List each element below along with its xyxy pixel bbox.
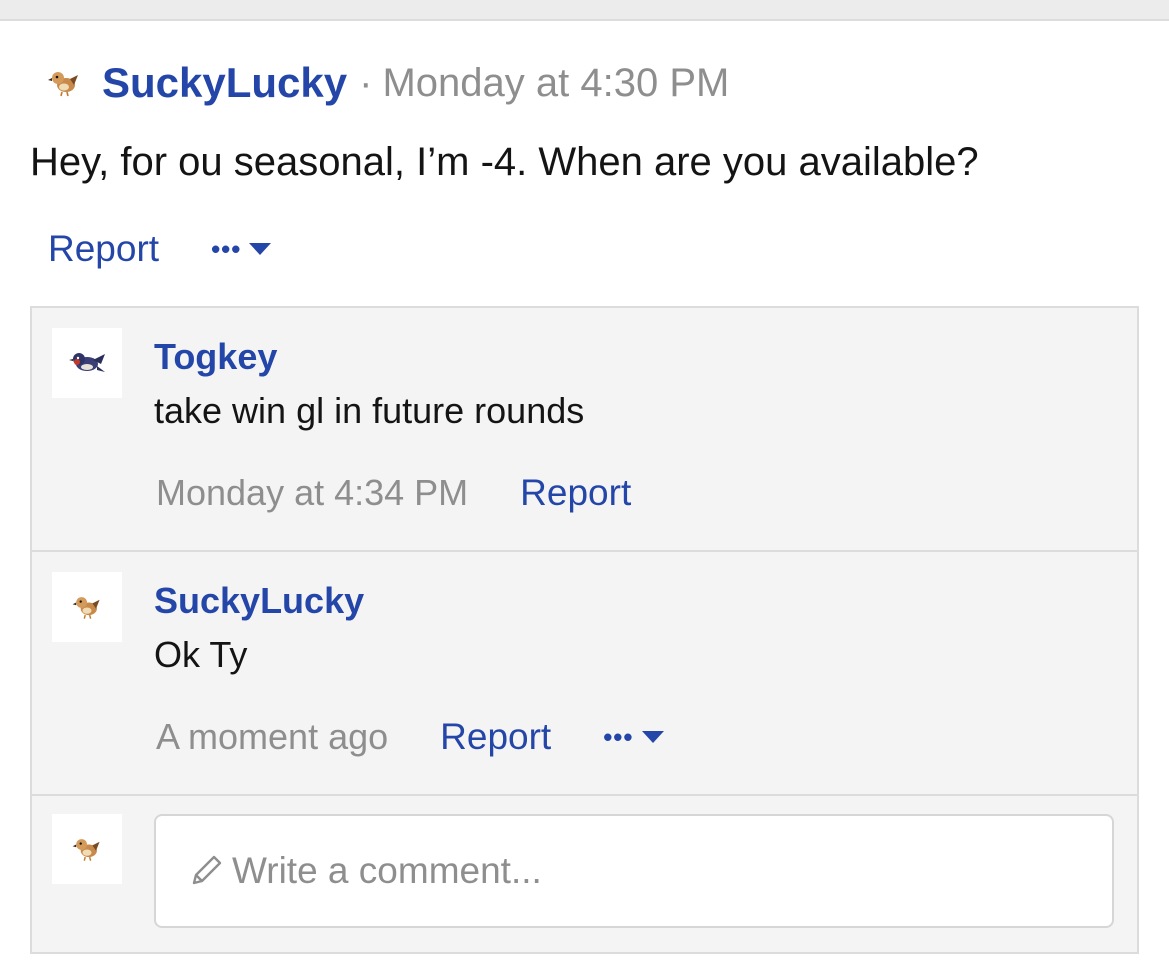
comment-item: SuckyLucky Ok Ty A moment ago Report ••• [32, 552, 1137, 794]
caret-down-icon [249, 243, 272, 255]
pidgey-avatar-icon[interactable] [52, 814, 122, 884]
post-timestamp[interactable]: Monday at 4:30 PM [382, 61, 729, 106]
togkey-avatar-icon[interactable] [52, 328, 122, 398]
comment-meta: Monday at 4:34 PM Report [156, 472, 631, 514]
comment-author-link[interactable]: Togkey [154, 336, 277, 378]
comment-placeholder: Write a comment... [232, 850, 542, 891]
post-more-menu[interactable]: ••• [211, 234, 272, 264]
comment-more-menu[interactable]: ••• [603, 722, 664, 752]
comment-report-link[interactable]: Report [520, 472, 631, 514]
top-bar [0, 0, 1169, 21]
post-author-link[interactable]: SuckyLucky [102, 59, 347, 107]
post-report-link[interactable]: Report [48, 228, 159, 270]
post-actions: Report ••• [48, 228, 272, 270]
comment-item: Togkey take win gl in future rounds Mond… [32, 308, 1137, 550]
comment-text: Ok Ty [154, 634, 248, 675]
comment-author-link[interactable]: SuckyLucky [154, 580, 364, 622]
comment-input[interactable]: Write a comment... [154, 814, 1114, 928]
pencil-icon [192, 855, 222, 885]
comment-text: take win gl in future rounds [154, 390, 585, 431]
ellipsis-icon: ••• [211, 234, 242, 264]
caret-down-icon [641, 731, 664, 743]
header-separator: · [359, 60, 373, 105]
comment-timestamp[interactable]: A moment ago [156, 716, 388, 758]
comment-report-link[interactable]: Report [440, 716, 551, 758]
pidgey-avatar-icon[interactable] [44, 63, 84, 103]
post-header: SuckyLucky · Monday at 4:30 PM [44, 58, 729, 108]
comment-timestamp[interactable]: Monday at 4:34 PM [156, 472, 468, 514]
comment-divider [32, 794, 1137, 796]
pidgey-avatar-icon[interactable] [52, 572, 122, 642]
comments-panel: Togkey take win gl in future rounds Mond… [30, 306, 1139, 954]
post-message: Hey, for ou seasonal, I’m -4. When are y… [30, 140, 979, 184]
ellipsis-icon: ••• [603, 722, 634, 752]
comment-meta: A moment ago Report ••• [156, 716, 664, 758]
